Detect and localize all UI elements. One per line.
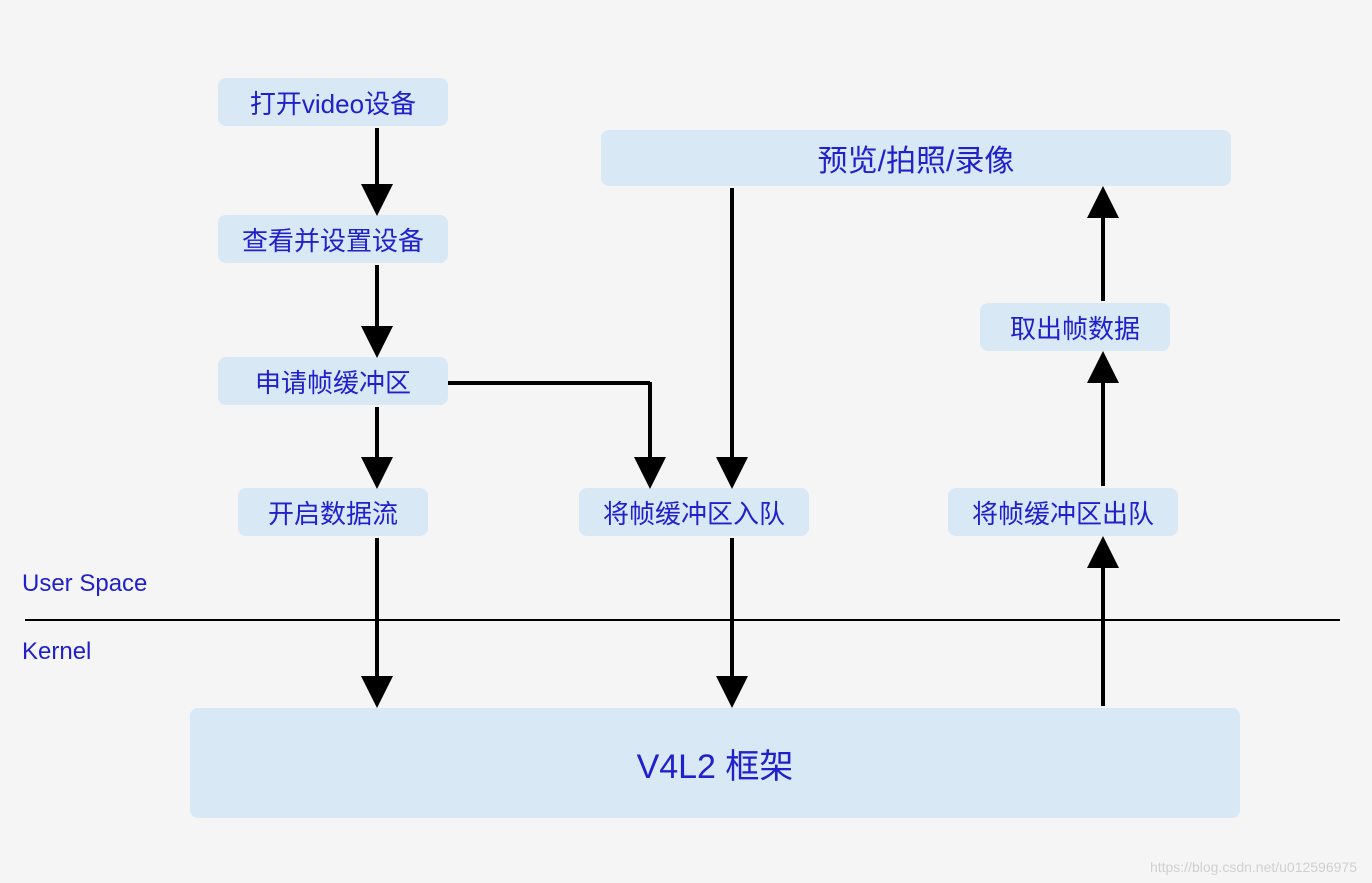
node-label: V4L2 框架 xyxy=(637,739,794,788)
node-label: 将帧缓冲区出队 xyxy=(972,494,1154,531)
label-user-space: User Space xyxy=(22,570,147,598)
node-label: 申请帧缓冲区 xyxy=(255,363,411,400)
node-open-video: 打开video设备 xyxy=(218,78,448,126)
node-label: 开启数据流 xyxy=(268,494,398,531)
node-enqueue: 将帧缓冲区入队 xyxy=(579,488,809,536)
node-req-buffer: 申请帧缓冲区 xyxy=(218,357,448,405)
node-dequeue: 将帧缓冲区出队 xyxy=(948,488,1178,536)
node-v4l2: V4L2 框架 xyxy=(190,708,1240,818)
label-kernel: Kernel xyxy=(22,638,91,666)
watermark: https://blog.csdn.net/u012596975 xyxy=(1150,859,1357,875)
node-label: 将帧缓冲区入队 xyxy=(603,494,785,531)
node-label: 查看并设置设备 xyxy=(242,221,424,258)
node-label: 预览/拍照/录像 xyxy=(818,136,1015,180)
node-start-stream: 开启数据流 xyxy=(238,488,428,536)
node-label: 取出帧数据 xyxy=(1010,309,1140,346)
node-label: 打开video设备 xyxy=(250,84,416,121)
node-check-set: 查看并设置设备 xyxy=(218,215,448,263)
node-get-frame: 取出帧数据 xyxy=(980,303,1170,351)
node-preview: 预览/拍照/录像 xyxy=(601,130,1231,186)
